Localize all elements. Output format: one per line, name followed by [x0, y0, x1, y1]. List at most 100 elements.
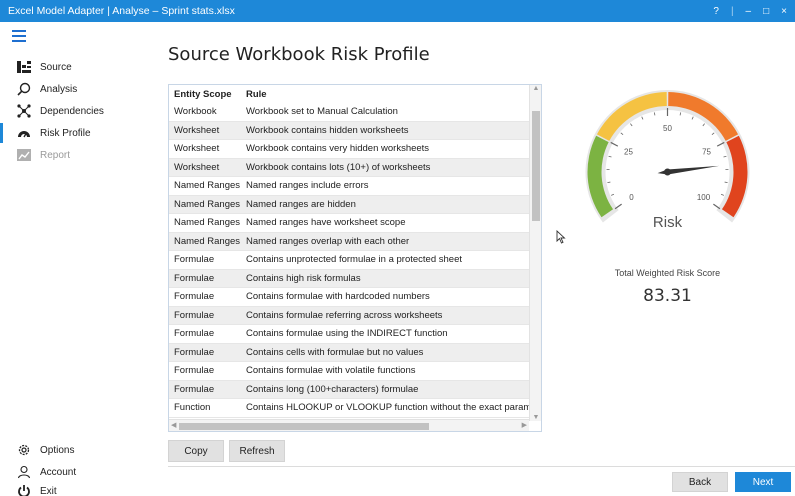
gauge-tick — [691, 116, 694, 120]
gauge-needle — [657, 165, 720, 176]
table-row[interactable]: Workbook Workbook set to Manual Calculati… — [169, 103, 529, 122]
table-row[interactable]: Named Ranges Named ranges overlap with ea… — [169, 232, 529, 251]
controls-separator: | — [730, 5, 734, 17]
close-button[interactable]: × — [781, 6, 787, 17]
dependencies-icon — [16, 103, 32, 119]
sidebar-item-risk-profile[interactable]: Risk Profile — [0, 123, 156, 143]
gauge-label: Risk — [653, 214, 683, 231]
scroll-up-icon[interactable]: ▲ — [530, 85, 541, 92]
gauge-tick-labels: 0 25 50 75 100 — [624, 124, 712, 202]
gauge-icon — [16, 125, 32, 141]
sidebar-item-label: Source — [40, 61, 72, 73]
table-row[interactable]: Worksheet Workbook contains hidden worksh… — [169, 121, 529, 140]
power-icon — [16, 483, 32, 496]
window-controls: ? | – □ × — [713, 6, 795, 17]
gauge-tick — [711, 132, 715, 136]
table-row[interactable]: Formulae Contains formulae referring acro… — [169, 306, 529, 325]
sidebar-item-source[interactable]: Source — [0, 57, 156, 77]
cell-rule: Contains cells with formulae but no valu… — [246, 346, 424, 358]
cell-entity-scope: Worksheet — [174, 124, 220, 136]
table-row[interactable]: Formulae Contains formulae using the INDI… — [169, 325, 529, 344]
gauge-tick-label: 50 — [663, 124, 672, 133]
cell-entity-scope: Formulae — [174, 291, 215, 303]
table-row[interactable]: Formulae Contains long (100+characters) f… — [169, 380, 529, 399]
minimize-button[interactable]: – — [746, 6, 752, 17]
cell-entity-scope: Formulae — [174, 365, 215, 377]
vertical-scrollbar[interactable]: ▲ ▼ — [529, 85, 541, 421]
table-row[interactable]: Formulae Contains unprotected formulae in… — [169, 251, 529, 270]
cell-rule: Workbook contains hidden worksheets — [246, 124, 409, 136]
gauge-needle-hub — [664, 168, 671, 176]
maximize-button[interactable]: □ — [763, 6, 769, 17]
report-icon — [16, 147, 32, 163]
sidebar-item-exit[interactable]: Exit — [0, 481, 156, 496]
gauge-tick — [702, 123, 705, 127]
help-button[interactable]: ? — [713, 6, 719, 17]
sidebar-item-report[interactable]: Report — [0, 145, 156, 165]
table-row[interactable]: Formulae Contains formulae with hardcoded… — [169, 288, 529, 307]
column-header-entity-scope[interactable]: Entity Scope — [169, 89, 246, 100]
cell-rule: Named ranges overlap with each other — [246, 235, 410, 247]
cell-entity-scope: Named Ranges — [174, 180, 241, 192]
search-icon — [16, 81, 32, 97]
rules-table[interactable]: Entity Scope Rule Workbook Workbook set t… — [168, 84, 542, 432]
risk-gauge: 0 25 50 75 100 Risk — [585, 90, 750, 231]
table-header: Entity Scope Rule — [169, 85, 529, 103]
scroll-down-icon[interactable]: ▼ — [530, 414, 541, 421]
table-row[interactable]: Formulae Contains cells with formulae but… — [169, 343, 529, 362]
gauge-tick-label: 100 — [697, 193, 711, 202]
cell-rule: Contains formulae referring across works… — [246, 309, 443, 321]
cell-rule: Contains formulae using the INDIRECT fun… — [246, 328, 448, 340]
table-row[interactable]: Named Ranges Named ranges include errors — [169, 177, 529, 196]
cell-rule: Named ranges have worksheet scope — [246, 217, 406, 229]
sidebar: Source Analysis Dependencies Risk Profil… — [0, 22, 156, 496]
cell-entity-scope: Formulae — [174, 254, 215, 266]
cell-entity-scope: Worksheet — [174, 143, 220, 155]
cell-rule: Named ranges are hidden — [246, 198, 356, 210]
sidebar-item-analysis[interactable]: Analysis — [0, 79, 156, 99]
table-row[interactable]: Formulae Contains formulae with volatile … — [169, 362, 529, 381]
horizontal-scrollbar[interactable]: ◀ ▶ — [169, 419, 529, 431]
refresh-button[interactable]: Refresh — [229, 440, 285, 462]
gauge-tick-label: 75 — [702, 148, 711, 157]
cell-entity-scope: Formulae — [174, 328, 215, 340]
sidebar-item-label: Account — [40, 466, 77, 478]
vertical-scroll-thumb[interactable] — [532, 111, 540, 221]
page-title: Source Workbook Risk Profile — [168, 44, 430, 65]
table-row[interactable]: Named Ranges Named ranges are hidden — [169, 195, 529, 214]
cell-rule: Workbook contains very hidden worksheets — [246, 143, 430, 155]
column-header-rule[interactable]: Rule — [246, 89, 529, 100]
sidebar-item-label: Report — [40, 149, 71, 161]
cell-entity-scope: Formulae — [174, 272, 215, 284]
sidebar-item-label: Options — [40, 444, 75, 456]
table-row[interactable]: Worksheet Workbook contains very hidden w… — [169, 140, 529, 159]
table-row[interactable]: Worksheet Workbook contains lots (10+) of… — [169, 158, 529, 177]
cell-rule: Workbook contains lots (10+) of workshee… — [246, 161, 431, 173]
horizontal-scroll-thumb[interactable] — [179, 423, 429, 430]
hamburger-menu-icon[interactable] — [12, 30, 26, 45]
table-row[interactable]: Function Contains HLOOKUP or VLOOKUP func… — [169, 399, 529, 418]
next-button[interactable]: Next — [735, 472, 791, 492]
scroll-right-icon[interactable]: ▶ — [522, 421, 527, 429]
user-icon — [16, 464, 32, 480]
gauge-tick — [630, 123, 633, 127]
gauge-tick — [679, 112, 682, 116]
cell-entity-scope: Named Ranges — [174, 198, 241, 210]
back-button[interactable]: Back — [672, 472, 728, 492]
cell-entity-scope: Formulae — [174, 346, 215, 358]
gauge-tick — [607, 181, 611, 183]
cell-entity-scope: Function — [174, 402, 211, 414]
table-row[interactable]: Named Ranges Named ranges have worksheet … — [169, 214, 529, 233]
gauge-tick — [724, 181, 728, 183]
sidebar-item-options[interactable]: Options — [0, 440, 156, 460]
cell-entity-scope: Named Ranges — [174, 217, 241, 229]
table-row[interactable]: Formulae Contains high risk formulas — [169, 269, 529, 288]
sidebar-item-dependencies[interactable]: Dependencies — [0, 101, 156, 121]
gauge-tick — [614, 203, 622, 210]
scroll-left-icon[interactable]: ◀ — [171, 421, 176, 429]
footer-divider — [168, 466, 795, 467]
copy-button[interactable]: Copy — [168, 440, 224, 462]
sidebar-item-account[interactable]: Account — [0, 462, 156, 482]
cell-rule: Named ranges include errors — [246, 180, 369, 192]
title-bar: Excel Model Adapter | Analyse – Sprint s… — [0, 0, 795, 22]
